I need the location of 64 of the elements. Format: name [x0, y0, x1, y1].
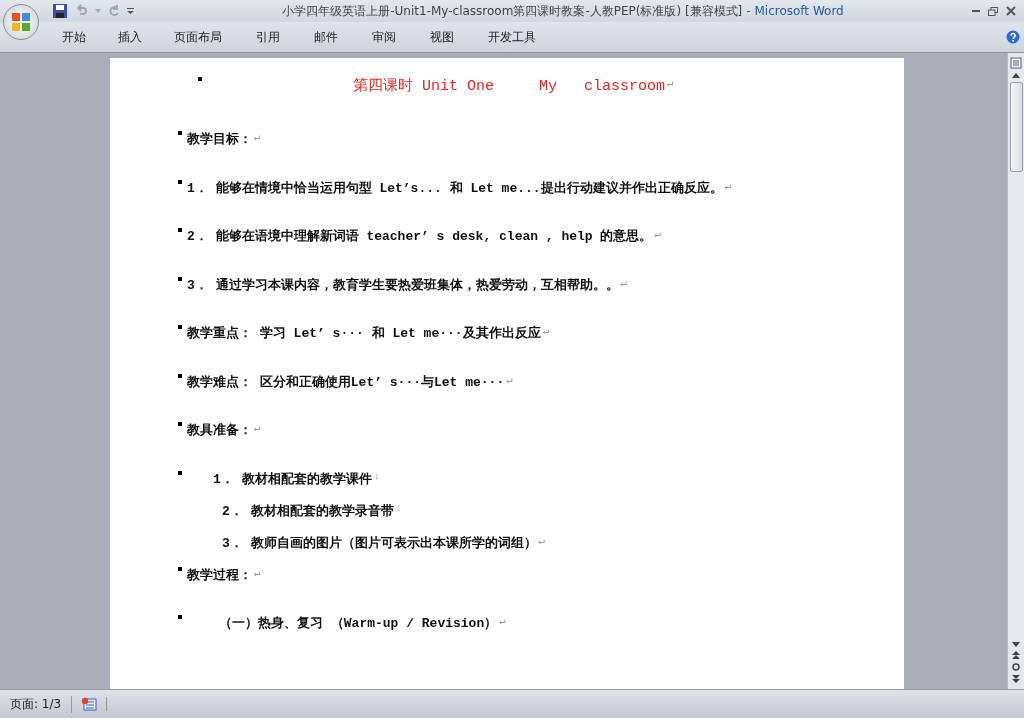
ribbon-tab[interactable]: 页面布局 [162, 28, 234, 46]
ribbon-tab[interactable]: 邮件 [302, 28, 350, 46]
ruler-icon[interactable] [1010, 57, 1022, 69]
paragraph-mark: ↵ [499, 614, 506, 627]
paragraph-mark: ↵ [506, 372, 513, 386]
paragraph-bullet [178, 422, 182, 426]
help-icon[interactable] [1006, 30, 1020, 44]
paragraph-mark: ↵ [654, 227, 662, 240]
paragraph-bullet [178, 615, 182, 619]
window-title: 小学四年级英语上册-Unit1-My-classroom第四课时教案-人教PEP(标准版) [兼容模式] [282, 3, 743, 18]
paragraph-bullet [178, 470, 182, 475]
paragraph-bullet [198, 77, 202, 81]
browse-object-icon[interactable] [1012, 663, 1020, 671]
paragraph-mark: ↵ [667, 76, 674, 89]
paragraph-mark: ↓ [373, 469, 381, 482]
paragraph-text: （一）热身、复习 （Warm-up / Revision） [219, 615, 498, 632]
paragraph-text: 1． 能够在情境中恰当运用句型 Let’s... 和 Let me...提出行动建议并作出正确反应。 [187, 179, 723, 197]
paragraph-text: 教学过程： [187, 566, 252, 584]
paragraph-mark: ↓ [395, 501, 403, 514]
paragraph-mark: ↵ [724, 178, 732, 192]
paragraph-bullet [178, 131, 182, 135]
office-logo-icon [10, 11, 32, 33]
paragraph-bullet [178, 325, 182, 329]
paragraph-text: 教学难点： 区分和正确使用Let’ s···与Let me··· [187, 373, 505, 391]
proofing-icon[interactable] [81, 697, 98, 711]
scroll-up-icon[interactable] [1012, 73, 1020, 78]
paragraph-text: 教学重点： 学习 Let’ s··· 和 Let me···及其作出反应 [187, 324, 541, 342]
paragraph-text: 1． 教材相配套的教学课件 [213, 470, 372, 488]
close-icon[interactable] [1006, 6, 1016, 16]
paragraph-text: 第四课时 Unit One My classroom [353, 76, 666, 95]
office-button[interactable] [3, 4, 39, 40]
ribbon-tab[interactable]: 开发工具 [476, 28, 548, 46]
paragraph-bullet [178, 276, 182, 281]
paragraph-mark: ↵ [538, 533, 546, 547]
paragraph-bullet [178, 373, 182, 378]
paragraph-text: 3． 教师自画的图片（图片可表示出本课所学的词组） [222, 534, 537, 552]
customize-icon[interactable] [127, 8, 134, 14]
save-icon[interactable] [53, 4, 67, 18]
previous-page-icon[interactable] [1012, 651, 1020, 659]
paragraph-bullet [178, 228, 182, 232]
scroll-down-icon[interactable] [1012, 642, 1020, 647]
ribbon-tab[interactable]: 视图 [418, 28, 466, 46]
paragraph-mark: ↵ [254, 130, 261, 143]
next-page-icon[interactable] [1012, 675, 1020, 683]
paragraph-mark: ↵ [254, 565, 261, 579]
restore-icon[interactable] [988, 6, 998, 16]
paragraph-mark: ↵ [254, 421, 261, 434]
paragraph-text: 2． 教材相配套的教学录音带 [222, 502, 394, 520]
page-count[interactable]: 页面: 1/3 [0, 695, 73, 713]
vertical-scrollbar[interactable] [1007, 53, 1024, 689]
app-name: - Microsoft Word [746, 3, 844, 18]
paragraph-text: 教具准备： [187, 422, 252, 439]
paragraph-text: 3． 通过学习本课内容，教育学生要热爱班集体，热爱劳动，互相帮助。。 [187, 276, 619, 294]
paragraph-bullet [178, 566, 182, 571]
paragraph-mark: ↵ [620, 275, 628, 289]
ribbon-tab[interactable]: 引用 [244, 28, 292, 46]
ribbon-tab[interactable]: 审阅 [360, 28, 408, 46]
paragraph-mark: ↵ [542, 324, 550, 337]
paragraph-text: 教学目标： [187, 131, 252, 148]
scroll-thumb[interactable] [1009, 82, 1023, 172]
paragraph-text: 2． 能够在语境中理解新词语 teacher’ s desk, clean , help 的意思。 [187, 227, 653, 245]
ribbon-tab[interactable]: 开始 [50, 28, 98, 46]
paragraph-bullet [178, 179, 182, 184]
ribbon-tab[interactable]: 插入 [106, 28, 154, 46]
